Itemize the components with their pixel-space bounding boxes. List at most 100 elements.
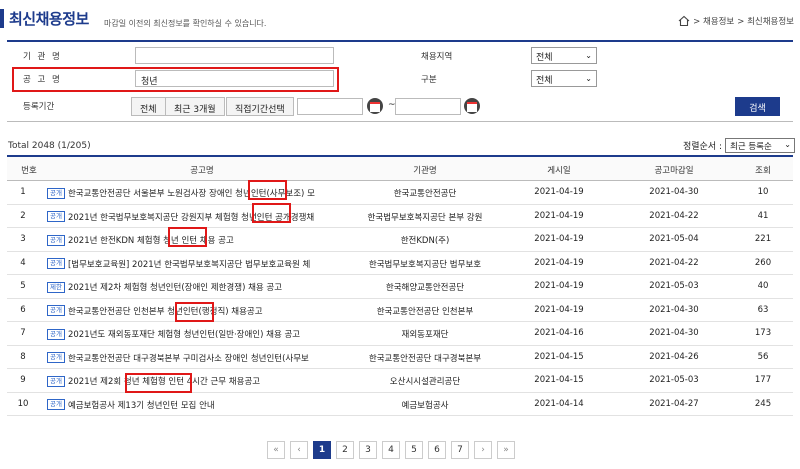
page-button-7[interactable]: 7 bbox=[451, 441, 469, 459]
row-org: 한국교통안전공단 대구경북본부 bbox=[368, 353, 482, 364]
notice-name-input[interactable]: 청년 bbox=[135, 70, 334, 87]
row-deadline: 2021-04-27 bbox=[649, 398, 699, 409]
period-custom-button[interactable]: 직접기간선택 bbox=[226, 97, 294, 116]
badge-icon: 공개 bbox=[47, 234, 65, 246]
breadcrumb: > 채용정보 > 최신채용정보 bbox=[678, 15, 794, 27]
row-deadline: 2021-05-03 bbox=[649, 375, 699, 385]
row-title-link[interactable]: 한국교통안전공단 인천본부 청년인턴(행정직) 채용공고 bbox=[68, 305, 263, 317]
row-views: 56 bbox=[757, 351, 769, 362]
org-name-input[interactable] bbox=[135, 47, 334, 64]
page-button-4[interactable]: 4 bbox=[382, 441, 400, 459]
type-label: 구분 bbox=[421, 75, 437, 85]
row-number: 6 bbox=[20, 304, 26, 315]
sort-control: 정렬순서 : 최근 등록순 ⌄ bbox=[683, 138, 795, 153]
search-panel: 기 관 명 채용지역 전체 ⌄ 공 고 명 청년 구분 전체 ⌄ 등록기간 전체… bbox=[7, 40, 793, 122]
table-row[interactable]: 1 공개 한국교통안전공단 서울본부 노원검사장 장애인 청년인턴(사무보조) 모 한… bbox=[7, 181, 793, 205]
breadcrumb-item-jobs[interactable]: > 채용정보 bbox=[693, 15, 734, 27]
row-views: 40 bbox=[757, 281, 769, 291]
row-org: 한국법무보호복지공단 법무보호 bbox=[368, 259, 482, 270]
period-all-button[interactable]: 전체 bbox=[131, 97, 166, 116]
table-row[interactable]: 5 제한 2021년 제2차 체험형 청년인턴(장애인 제한경쟁) 채용 공고 한국해… bbox=[7, 275, 793, 299]
header-deadline: 공고마감일 bbox=[654, 166, 694, 176]
breadcrumb-item-latest[interactable]: > 최신채용정보 bbox=[737, 15, 794, 27]
next-page-button[interactable]: › bbox=[474, 441, 492, 459]
row-title-link[interactable]: 2021년도 재외동포재단 체험형 청년인턴(일반·장애인) 채용 공고 bbox=[68, 328, 300, 340]
calendar-icon[interactable] bbox=[367, 98, 383, 114]
type-select[interactable]: 전체 ⌄ bbox=[531, 70, 597, 87]
page-button-5[interactable]: 5 bbox=[405, 441, 423, 459]
row-deadline: 2021-04-22 bbox=[649, 257, 699, 268]
page-button-6[interactable]: 6 bbox=[428, 441, 446, 459]
row-title-link[interactable]: 2021년 한전KDN 체험형 청년 인턴 채용 공고 bbox=[68, 234, 234, 246]
region-label: 채용지역 bbox=[421, 52, 453, 62]
page-button-3[interactable]: 3 bbox=[359, 441, 377, 459]
header-posted: 게시일 bbox=[547, 166, 571, 176]
calendar-icon[interactable] bbox=[464, 98, 480, 114]
row-title-link[interactable]: 2021년 제2차 체험형 청년인턴(장애인 제한경쟁) 채용 공고 bbox=[68, 281, 282, 293]
chevron-down-icon: ⌄ bbox=[784, 140, 791, 149]
sort-select[interactable]: 최근 등록순 ⌄ bbox=[725, 138, 795, 153]
row-deadline: 2021-04-30 bbox=[649, 187, 699, 197]
page-subtitle: 마감일 이전의 최신정보를 확인하실 수 있습니다. bbox=[104, 19, 267, 28]
home-icon[interactable] bbox=[678, 15, 690, 27]
total-count: Total 2048 (1/205) bbox=[8, 141, 91, 151]
badge-icon: 공개 bbox=[47, 399, 65, 410]
badge-icon: 공개 bbox=[47, 328, 65, 340]
row-title-cell: 공개 2021년 제2회 청년 체험형 인턴 4시간 근무 채용공고 bbox=[47, 375, 339, 387]
page-header: 최신채용정보 마감일 이전의 최신정보를 확인하실 수 있습니다. > 채용정보… bbox=[0, 0, 800, 36]
notice-label: 공 고 명 bbox=[23, 75, 62, 85]
row-org: 예금보험공사 bbox=[401, 400, 449, 411]
region-select-value: 전체 bbox=[536, 53, 553, 63]
row-posted-date: 2021-04-14 bbox=[534, 398, 584, 409]
table-row[interactable]: 10 공개 예금보험공사 제13기 청년인턴 모집 안내 예금보험공사 2021-04-… bbox=[7, 393, 793, 416]
table-row[interactable]: 2 공개 2021년 한국법무보호복지공단 강원지부 체험형 청년인턴 공개경쟁채 한… bbox=[7, 205, 793, 228]
row-posted-date: 2021-04-19 bbox=[534, 210, 584, 221]
period-3months-button[interactable]: 최근 3개월 bbox=[165, 97, 225, 116]
last-page-button[interactable]: » bbox=[497, 441, 515, 459]
row-posted-date: 2021-04-16 bbox=[534, 328, 584, 338]
region-select[interactable]: 전체 ⌄ bbox=[531, 47, 597, 64]
prev-page-button[interactable]: ‹ bbox=[290, 441, 308, 459]
row-number: 2 bbox=[20, 210, 26, 221]
row-posted-date: 2021-04-19 bbox=[534, 187, 584, 197]
search-button[interactable]: 검색 bbox=[735, 97, 780, 116]
chevron-down-icon: ⌄ bbox=[585, 74, 592, 83]
row-views: 173 bbox=[754, 328, 772, 338]
row-title-link[interactable]: [법무보호교육원] 2021년 한국법무보호복지공단 법무보호교육원 체 bbox=[68, 258, 310, 270]
header-title: 공고명 bbox=[190, 166, 214, 176]
page-button-1[interactable]: 1 bbox=[313, 441, 331, 459]
date-to-input[interactable] bbox=[395, 98, 461, 115]
table-row[interactable]: 6 공개 한국교통안전공단 인천본부 청년인턴(행정직) 채용공고 한국교통안전공단 … bbox=[7, 299, 793, 322]
date-from-input[interactable] bbox=[297, 98, 363, 115]
row-posted-date: 2021-04-19 bbox=[534, 234, 584, 244]
highlight-box bbox=[252, 203, 291, 223]
row-title-link[interactable]: 한국교통안전공단 대구경북본부 구미검사소 장애인 청년인턴(사무보 bbox=[68, 352, 309, 364]
row-deadline: 2021-04-26 bbox=[649, 351, 699, 362]
row-views: 41 bbox=[757, 210, 769, 221]
row-title-link[interactable]: 예금보험공사 제13기 청년인턴 모집 안내 bbox=[68, 399, 215, 411]
row-org: 재외동포재단 bbox=[401, 330, 449, 340]
row-posted-date: 2021-04-15 bbox=[534, 351, 584, 362]
row-number: 10 bbox=[17, 398, 29, 409]
table-row[interactable]: 7 공개 2021년도 재외동포재단 체험형 청년인턴(일반·장애인) 채용 공고 재… bbox=[7, 322, 793, 346]
row-org: 한국교통안전공단 인천본부 bbox=[376, 306, 474, 317]
row-org: 한국해양교통안전공단 bbox=[385, 283, 465, 293]
first-page-button[interactable]: « bbox=[267, 441, 285, 459]
badge-icon: 공개 bbox=[47, 305, 65, 316]
row-views: 245 bbox=[754, 398, 772, 409]
row-org: 한국법무보호복지공단 본부 강원 bbox=[367, 212, 483, 223]
row-number: 4 bbox=[20, 257, 26, 268]
badge-icon: 공개 bbox=[47, 211, 65, 222]
highlight-box bbox=[125, 373, 192, 393]
title-accent-bar bbox=[0, 9, 4, 28]
table-row[interactable]: 8 공개 한국교통안전공단 대구경북본부 구미검사소 장애인 청년인턴(사무보 한국교… bbox=[7, 346, 793, 369]
chevron-down-icon: ⌄ bbox=[585, 51, 592, 60]
page-number-list: 1234567 bbox=[313, 441, 469, 459]
page-button-2[interactable]: 2 bbox=[336, 441, 354, 459]
table-row[interactable]: 4 공개 [법무보호교육원] 2021년 한국법무보호복지공단 법무보호교육원 체 한… bbox=[7, 252, 793, 275]
header-org: 기관명 bbox=[413, 166, 437, 176]
row-title-cell: 공개 한국교통안전공단 대구경북본부 구미검사소 장애인 청년인턴(사무보 bbox=[47, 352, 339, 364]
page-title: 최신채용정보 bbox=[9, 10, 89, 28]
row-title-cell: 공개 [법무보호교육원] 2021년 한국법무보호복지공단 법무보호교육원 체 bbox=[47, 258, 339, 270]
table-row[interactable]: 3 공개 2021년 한전KDN 체험형 청년 인턴 채용 공고 한전KDN(주) 20… bbox=[7, 228, 793, 252]
